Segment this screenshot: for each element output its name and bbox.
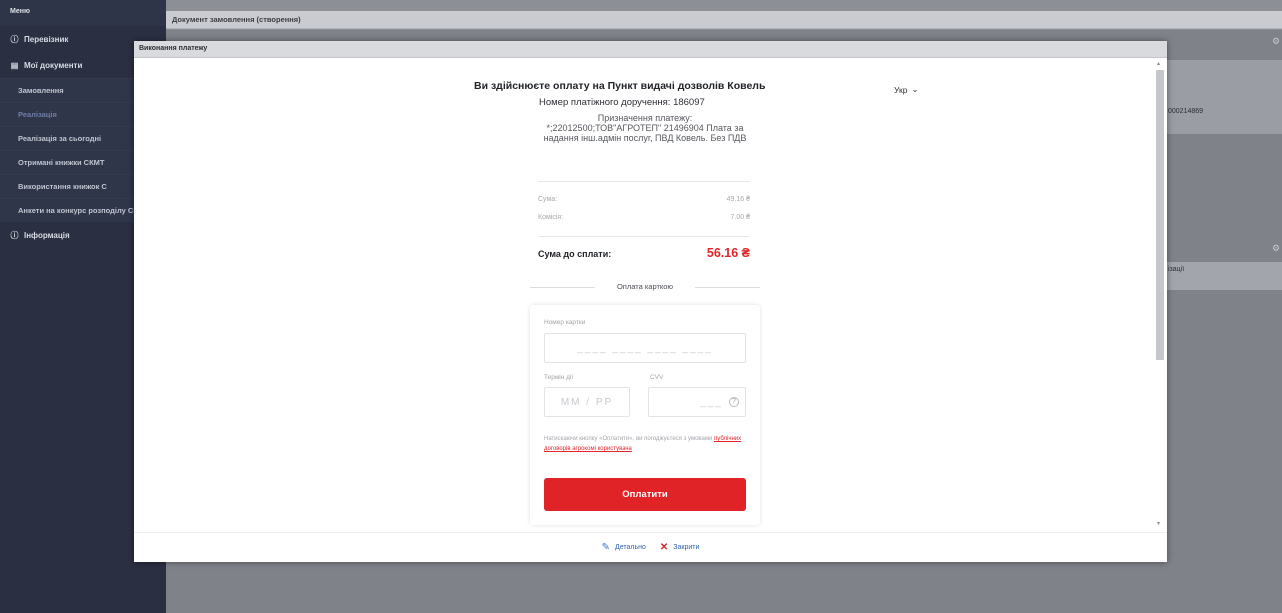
expiry-label: Термін дії — [544, 374, 574, 381]
dialog-title: Виконання платежу — [134, 41, 1167, 58]
language-value: Укр — [894, 84, 908, 95]
payment-dialog: Виконання платежу Ви здійснюєте оплату н… — [134, 41, 1167, 562]
sidebar-section-label: Інформація — [24, 230, 70, 240]
divider — [538, 181, 750, 182]
close-icon: ✕ — [659, 542, 669, 553]
card-number-label: Номер картки — [544, 319, 586, 326]
order-number: 186097 — [673, 97, 705, 108]
details-icon: ✎ — [601, 542, 610, 553]
gear-icon[interactable]: ⚙ — [1272, 243, 1280, 254]
expiry-input[interactable]: ММ / РР — [544, 387, 630, 417]
cvv-input[interactable]: ___ ? — [648, 387, 746, 417]
scrollbar-thumb[interactable] — [1156, 70, 1164, 360]
background-panel — [1166, 60, 1282, 134]
amount-row: Сума: 49.16 ₴ — [538, 196, 750, 203]
sidebar-title: Меню — [0, 0, 166, 26]
total-value: 56.16 ₴ — [706, 246, 750, 260]
amount-label: Сума: — [538, 196, 558, 203]
card-number-placeholder: ____ ____ ____ ____ — [577, 342, 713, 354]
sidebar-section-label: Перевізник — [24, 34, 69, 44]
details-label: Детально — [614, 544, 646, 551]
terms-text: Натискаючи кнопку «Оплатити», ви погоджу… — [544, 434, 744, 454]
order-label: Номер платіжного доручення: — [539, 97, 674, 108]
gear-icon[interactable]: ⚙ — [1272, 36, 1280, 47]
document-icon: ▤ — [10, 60, 19, 70]
card-section-label: Оплата карткою — [530, 282, 760, 291]
payee-prefix: Ви здійснюєте оплату на — [474, 80, 608, 92]
card-form: Номер картки ____ ____ ____ ____ Термін … — [530, 305, 760, 525]
sidebar-section-label: Мої документи — [24, 60, 83, 70]
cvv-placeholder: ___ — [700, 396, 723, 408]
purpose-text: *;22012500;ТОВ"АГРОТЕП" 21496904 Плата з… — [543, 123, 747, 143]
dialog-content: Ви здійснюєте оплату на Пункт видачі доз… — [134, 58, 1167, 532]
fee-label: Комісія: — [538, 214, 564, 221]
chevron-down-icon: ⌄ — [911, 84, 919, 94]
close-button[interactable]: ✕ Закрити — [660, 542, 700, 553]
amount-value: 49.16 ₴ — [726, 196, 750, 203]
cvv-label: CVV — [650, 374, 664, 381]
fee-value: 7.00 ₴ — [730, 214, 750, 221]
purpose-label: Призначення платежу: — [597, 113, 693, 123]
dialog-footer: ✎ Детально ✕ Закрити — [134, 532, 1167, 562]
payee-name: Пункт видачі дозволів Ковель — [607, 80, 766, 92]
background-label: ізації — [1168, 266, 1185, 273]
payment-purpose: Призначення платежу: *;22012500;ТОВ"АГРО… — [529, 113, 761, 143]
info-circle-icon: ⓘ — [10, 230, 19, 240]
terms-prefix: Натискаючи кнопку «Оплатити», ви погоджу… — [544, 436, 715, 442]
fee-row: Комісія: 7.00 ₴ — [538, 214, 750, 221]
close-label: Закрити — [673, 544, 700, 551]
scrollbar[interactable]: ▴ ▾ — [1156, 61, 1164, 527]
card-number-input[interactable]: ____ ____ ____ ____ — [544, 333, 746, 363]
pay-button[interactable]: Оплатити — [544, 478, 746, 511]
expiry-placeholder: ММ / РР — [560, 396, 614, 408]
scroll-down-icon[interactable]: ▾ — [1157, 520, 1160, 527]
total-row: Сума до сплати: 56.16 ₴ — [538, 246, 750, 260]
help-icon[interactable]: ? — [729, 397, 739, 407]
language-select[interactable]: Укр ⌄ — [894, 84, 919, 95]
main-title-bar: Документ замовлення (створення) — [166, 11, 1282, 29]
total-label: Сума до сплати: — [538, 249, 612, 259]
details-button[interactable]: ✎ Детально — [602, 542, 646, 553]
scroll-up-icon[interactable]: ▴ — [1157, 60, 1160, 67]
order-number-line: Номер платіжного доручення: 186097 — [539, 97, 705, 108]
info-circle-icon: ⓘ — [10, 34, 19, 44]
divider — [538, 236, 750, 237]
main-title: Документ замовлення (створення) — [172, 15, 301, 24]
background-value: 000214869 — [1168, 108, 1204, 115]
payee-line: Ви здійснюєте оплату на Пункт видачі доз… — [474, 80, 814, 92]
